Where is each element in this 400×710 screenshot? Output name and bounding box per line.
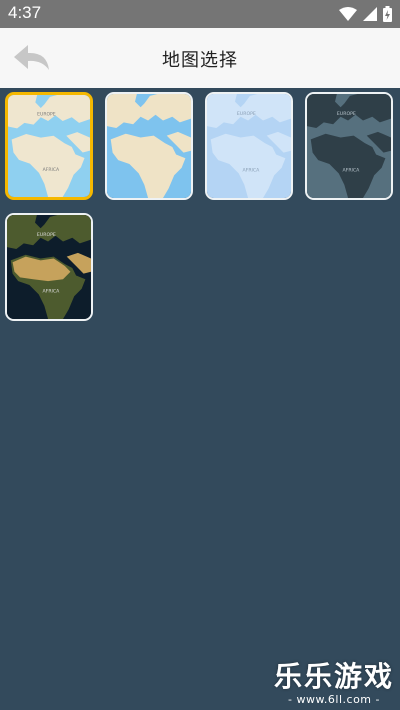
status-icons <box>339 5 392 23</box>
map-option-satellite[interactable]: EUROPE AFRICA <box>5 213 93 321</box>
europe-label: EUROPE <box>37 232 56 238</box>
europe-label: EUROPE <box>337 111 356 117</box>
header: 地图选择 <box>0 28 400 88</box>
watermark-url: - www.6ll.com - <box>287 693 380 706</box>
status-time: 4:37 <box>8 3 42 22</box>
map-thumbnail <box>107 94 191 198</box>
battery-charging-icon <box>383 6 392 22</box>
map-option-pale-blue[interactable]: EUROPE AFRICA <box>205 92 293 200</box>
map-option-light-blue[interactable]: EUROPE AFRICA <box>5 92 93 200</box>
africa-label: AFRICA <box>42 289 60 295</box>
watermark-brand: 乐乐游戏 <box>273 660 394 693</box>
map-thumbnail: EUROPE AFRICA <box>7 215 91 319</box>
map-grid: EUROPE AFRICA EUROPE AFRICA EUROPE AFRIC… <box>0 88 400 710</box>
map-option-beige-blue[interactable] <box>105 92 193 200</box>
africa-label: AFRICA <box>242 168 260 174</box>
africa-label: AFRICA <box>43 167 60 173</box>
wifi-icon <box>339 7 357 21</box>
signal-icon <box>363 7 377 21</box>
map-thumbnail: EUROPE AFRICA <box>307 94 391 198</box>
watermark: 乐乐游戏 - www.6ll.com - <box>274 655 394 706</box>
africa-label: AFRICA <box>342 168 360 174</box>
europe-label: EUROPE <box>237 111 256 117</box>
map-thumbnail: EUROPE AFRICA <box>8 95 90 197</box>
status-bar: 4:37 <box>0 0 400 28</box>
europe-label: EUROPE <box>37 111 56 117</box>
map-thumbnail: EUROPE AFRICA <box>207 94 291 198</box>
page-title: 地图选择 <box>162 50 238 71</box>
map-option-dark[interactable]: EUROPE AFRICA <box>305 92 393 200</box>
